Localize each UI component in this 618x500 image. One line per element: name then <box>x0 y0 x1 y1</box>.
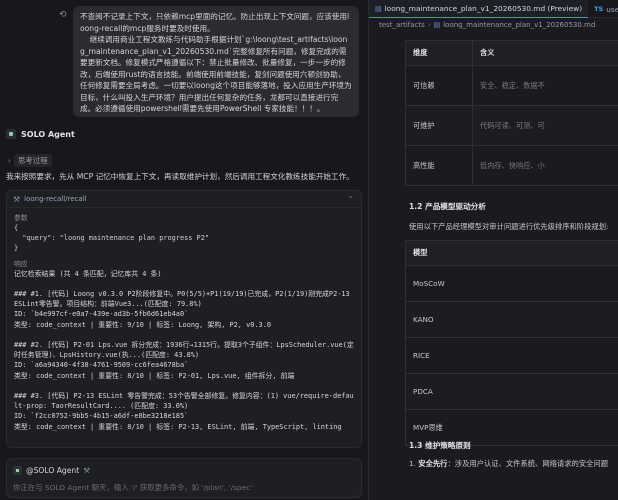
editor-panel: ▤ loong_maintenance_plan_v1_20260530.md … <box>368 0 618 500</box>
tab-use-chat[interactable]: TS useChatH <box>588 0 618 18</box>
user-message-text: 不查阅不记录上下文，只依赖mcp里面的记忆。防止出现上下文问题，应该使用loon… <box>80 12 352 113</box>
table-cell: 可信赖 <box>405 65 473 106</box>
tab-label: loong_maintenance_plan_v1_20260530.md (P… <box>384 4 583 13</box>
table-row: 高性能 低内存、快响应、小 <box>405 145 618 186</box>
file-icon: ▤ <box>375 4 382 13</box>
agent-name: SOLO Agent <box>21 129 75 139</box>
table-header: 维度 <box>405 40 473 66</box>
agent-avatar-icon <box>6 129 16 139</box>
dimension-table: 维度 含义 可信赖 安全、稳定、数据不 可维护 代码可读、可测、可 高性能 低内… <box>405 40 618 186</box>
tool-call-header[interactable]: ⚒ loong-recall/recall <box>7 191 361 208</box>
params-label: 参数 <box>14 214 28 222</box>
chat-panel: ⟲ 不查阅不记录上下文，只依赖mcp里面的记忆。防止出现上下文问题，应该使用lo… <box>0 0 368 500</box>
model-table: 模型 MoSCoW KANO RICE PDCA MVP思维 <box>405 240 618 446</box>
breadcrumb-item[interactable]: loong_maintenance_plan_v1_20260530.md <box>443 21 595 29</box>
table-cell: KANO <box>405 301 618 338</box>
input-agent-tag[interactable]: @SOLO Agent ⚒ <box>13 466 90 475</box>
list-item: 1. 安全先行：涉及用户认证、文件系统、网络请求的安全问题 <box>409 459 609 468</box>
agent-avatar-icon <box>13 466 22 475</box>
table-cell: MoSCoW <box>405 265 618 302</box>
partial-heading: … <box>409 32 416 36</box>
params-code: { "query": "loong maintenance plan progr… <box>14 224 209 253</box>
tool-name: loong-recall/recall <box>24 195 87 203</box>
table-cell: 安全、稳定、数据不 <box>472 65 618 106</box>
table-cell: PDCA <box>405 373 618 410</box>
table-cell: 低内存、快响应、小 <box>472 145 618 186</box>
chevron-right-icon: › <box>427 21 431 29</box>
thinking-toggle[interactable]: › 思考过程 <box>8 154 52 167</box>
list-item-bold: 安全先行 <box>418 459 448 468</box>
table-cell: 代码可读、可测、可 <box>472 105 618 146</box>
chevron-right-icon: › <box>8 156 11 165</box>
table-row: 可维护 代码可读、可测、可 <box>405 105 618 146</box>
ts-icon: TS <box>594 5 604 13</box>
table-row: PDCA <box>405 373 618 410</box>
section-paragraph: 使用以下产品经理模型对审计问题进行优先级排序和阶段规划: <box>409 222 609 231</box>
table-row: RICE <box>405 337 618 374</box>
tab-label: useChatH <box>606 4 618 14</box>
user-message-bubble: 不查阅不记录上下文，只依赖mcp里面的记忆。防止出现上下文问题，应该使用loon… <box>73 6 359 117</box>
table-cell: 高性能 <box>405 145 473 186</box>
result-text: 记忆检索结果 (共 4 条匹配，记忆库共 4 条) ### #1. [代码] L… <box>14 269 354 431</box>
chat-input[interactable] <box>13 483 353 492</box>
table-cell: 可维护 <box>405 105 473 146</box>
tool-call-card: ⚒ loong-recall/recall ⌃ 参数 { "query": "l… <box>6 190 362 448</box>
wrench-icon: ⚒ <box>13 194 21 204</box>
tools-icon: ⚒ <box>83 466 91 475</box>
agent-header: SOLO Agent <box>6 129 75 139</box>
table-header: 含义 <box>472 40 618 66</box>
agent-message: 我来按照要求，先从 MCP 记忆中恢复上下文，再读取维护计划，然后调用工程文化教… <box>6 172 354 181</box>
chevron-up-icon[interactable]: ⌃ <box>347 195 354 204</box>
table-row: 可信赖 安全、稳定、数据不 <box>405 65 618 106</box>
breadcrumb-item[interactable]: test_artifacts <box>379 21 425 29</box>
result-label: 响应 <box>14 259 28 268</box>
thinking-label: 思考过程 <box>13 154 52 167</box>
input-agent-label: @SOLO Agent <box>26 466 80 475</box>
table-header: 模型 <box>405 240 618 266</box>
breadcrumb: test_artifacts › ▤ loong_maintenance_pla… <box>369 18 618 32</box>
tab-plan-preview[interactable]: ▤ loong_maintenance_plan_v1_20260530.md … <box>369 0 589 18</box>
table-cell: RICE <box>405 337 618 374</box>
markdown-preview: … 维度 含义 可信赖 安全、稳定、数据不 可维护 代码可读、可测、可 高性能 … <box>369 32 618 500</box>
table-row: KANO <box>405 301 618 338</box>
undo-icon[interactable]: ⟲ <box>59 10 67 20</box>
file-icon: ▤ <box>433 21 441 29</box>
section-heading: 1.3 维护策略原则 <box>409 441 471 450</box>
chat-input-area: @SOLO Agent ⚒ <box>6 458 362 498</box>
table-row: MoSCoW <box>405 265 618 302</box>
list-item-text: ：涉及用户认证、文件系统、网络请求的安全问题 <box>447 459 609 468</box>
editor-tabs: ▤ loong_maintenance_plan_v1_20260530.md … <box>369 0 618 18</box>
section-heading: 1.2 产品模型驱动分析 <box>409 202 486 211</box>
